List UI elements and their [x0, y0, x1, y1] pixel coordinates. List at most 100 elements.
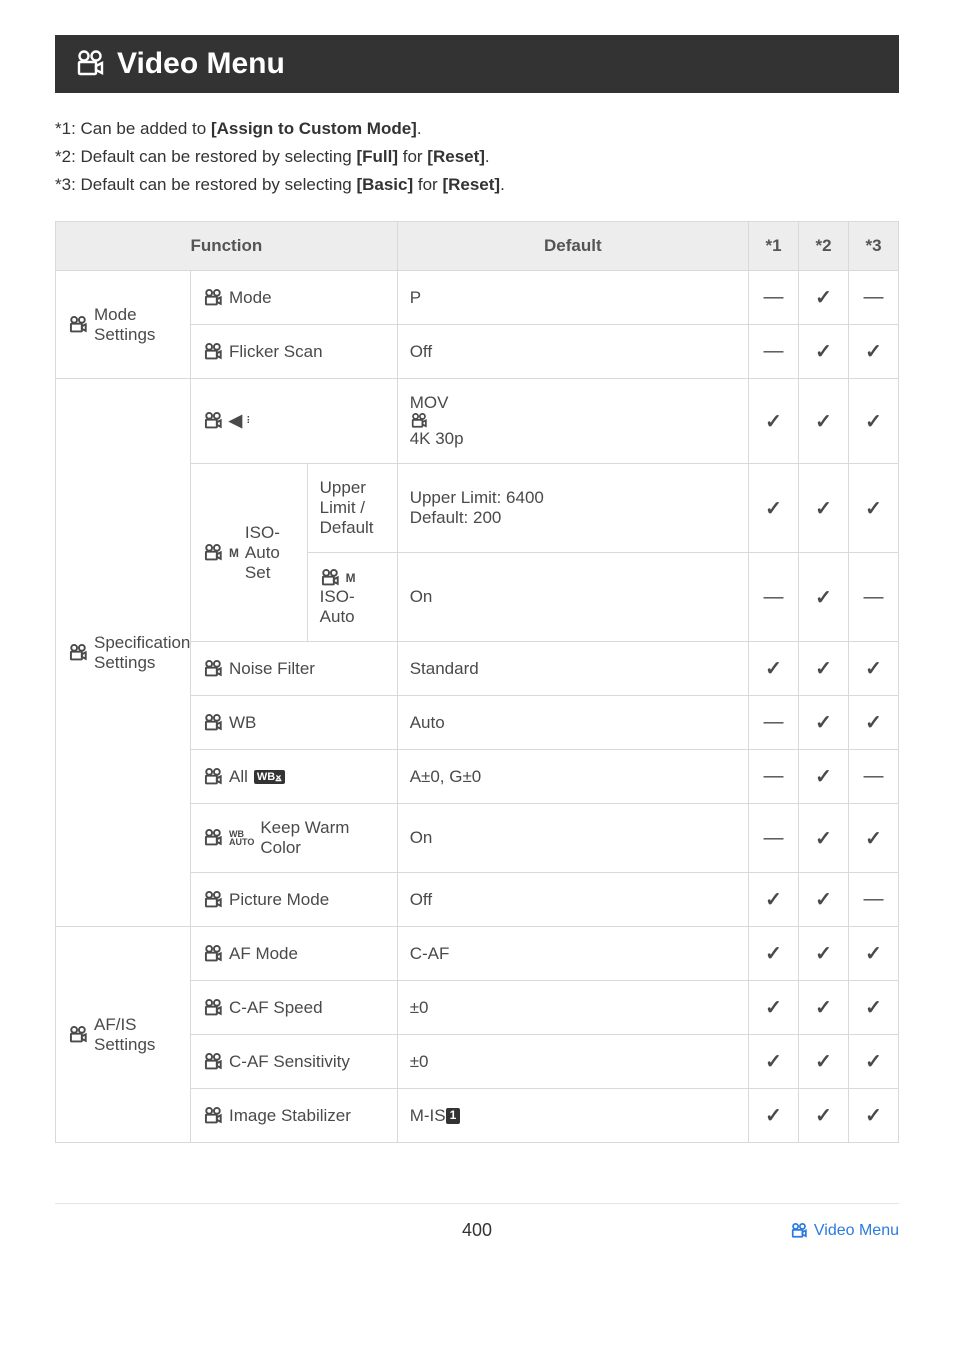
group-mode-settings: Mode Settings	[56, 271, 191, 379]
cell-iso-auto-sub: M ISO-Auto	[307, 553, 397, 642]
page-footer: 400 Video Menu	[55, 1203, 899, 1249]
table-row: Mode Settings Mode P — ✓ —	[56, 271, 899, 325]
cell-picmode-label: Picture Mode	[191, 873, 398, 927]
video-icon	[68, 316, 88, 334]
video-icon	[203, 1107, 223, 1125]
cafsens-label: C-AF Sensitivity	[229, 1052, 350, 1072]
cell-noise-m1: ✓	[749, 642, 799, 696]
wb-auto-icon: WBAUTO	[229, 830, 254, 847]
cell-allwb-m2: ✓	[799, 750, 849, 804]
cell-mode-m1: —	[749, 271, 799, 325]
video-icon	[203, 1053, 223, 1071]
group-mode-settings-label: Mode Settings	[94, 305, 178, 345]
header-c2: *2	[799, 222, 849, 271]
note-3-pre: *3: Default can be restored by selecting	[55, 175, 356, 194]
header-c3: *3	[849, 222, 899, 271]
keepwarm-label: Keep Warm Color	[260, 818, 384, 858]
cell-keepwarm-label: WBAUTO Keep Warm Color	[191, 804, 398, 873]
afmode-label: AF Mode	[229, 944, 298, 964]
cell-flicker-m3: ✓	[849, 325, 899, 379]
cell-cafsens-m3: ✓	[849, 1035, 899, 1089]
cell-quality-m3: ✓	[849, 379, 899, 464]
cell-imgstab-label: Image Stabilizer	[191, 1089, 398, 1143]
video-icon	[75, 50, 105, 78]
m-subscript: M	[229, 546, 239, 560]
cell-wb-m1: —	[749, 696, 799, 750]
cell-quality-default: MOV 4K 30p	[397, 379, 748, 464]
cell-keepwarm-default: On	[397, 804, 748, 873]
video-icon	[410, 413, 736, 429]
iso-group-label: ISO-Auto Set	[245, 523, 295, 583]
cell-wb-default: Auto	[397, 696, 748, 750]
cell-allwb-m1: —	[749, 750, 799, 804]
cell-cafspeed-m2: ✓	[799, 981, 849, 1035]
group-afis-settings: AF/IS Settings	[56, 927, 191, 1143]
group-afis-settings-label: AF/IS Settings	[94, 1015, 178, 1055]
video-icon	[203, 343, 223, 361]
cell-cafspeed-m3: ✓	[849, 981, 899, 1035]
cell-mode-label: Mode	[191, 271, 398, 325]
note-1-pre: *1: Can be added to	[55, 119, 211, 138]
cell-iso-upper-sub: Upper Limit / Default	[307, 464, 397, 553]
cell-wb-m3: ✓	[849, 696, 899, 750]
cell-noise-m2: ✓	[799, 642, 849, 696]
cell-noise-label: Noise Filter	[191, 642, 398, 696]
cell-afmode-label: AF Mode	[191, 927, 398, 981]
allwb-label-pre: All	[229, 767, 248, 787]
cell-imgstab-default: M-IS1	[397, 1089, 748, 1143]
table-header-row: Function Default *1 *2 *3	[56, 222, 899, 271]
imgstab-default-pre: M-IS	[410, 1106, 446, 1125]
cell-noise-m3: ✓	[849, 642, 899, 696]
video-icon	[203, 289, 223, 307]
video-m-icon	[320, 569, 340, 587]
cell-afmode-m1: ✓	[749, 927, 799, 981]
cell-keepwarm-m1: —	[749, 804, 799, 873]
cell-allwb-m3: —	[849, 750, 899, 804]
quality-arrow-icon: ◀	[229, 411, 242, 431]
quality-default-pre: MOV	[410, 393, 449, 412]
footer-link[interactable]: Video Menu	[790, 1222, 899, 1240]
cell-picmode-default: Off	[397, 873, 748, 927]
m-subscript: M	[346, 571, 356, 585]
wb-adjust-icon: WB⨱	[254, 770, 285, 784]
note-3-b1: [Basic]	[356, 175, 413, 194]
header-default: Default	[397, 222, 748, 271]
table-row: Specification Settings ◀⠇ MOV 4K 30p ✓ ✓	[56, 379, 899, 464]
imgstab-label: Image Stabilizer	[229, 1106, 351, 1126]
group-spec-settings: Specification Settings	[56, 379, 191, 927]
noise-label: Noise Filter	[229, 659, 315, 679]
cell-iso-upper-m3: ✓	[849, 464, 899, 553]
wb-label: WB	[229, 713, 256, 733]
cell-picmode-m2: ✓	[799, 873, 849, 927]
group-spec-settings-label: Specification Settings	[94, 633, 190, 673]
page-title-bar: Video Menu	[55, 35, 899, 93]
note-3-b2: [Reset]	[442, 175, 500, 194]
quality-default-post: 4K 30p	[410, 429, 464, 448]
cell-picmode-m3: —	[849, 873, 899, 927]
note-3: *3: Default can be restored by selecting…	[55, 171, 899, 199]
note-1-post: .	[417, 119, 422, 138]
cell-afmode-m2: ✓	[799, 927, 849, 981]
video-icon	[203, 768, 223, 786]
cell-iso-upper-default: Upper Limit: 6400 Default: 200	[397, 464, 748, 553]
cell-mode-default: P	[397, 271, 748, 325]
header-function: Function	[56, 222, 398, 271]
mode-label: Mode	[229, 288, 272, 308]
cell-picmode-m1: ✓	[749, 873, 799, 927]
cell-afmode-m3: ✓	[849, 927, 899, 981]
cell-cafsens-label: C-AF Sensitivity	[191, 1035, 398, 1089]
note-3-post: .	[500, 175, 505, 194]
cell-allwb-default: A±0, G±0	[397, 750, 748, 804]
note-1-bold: [Assign to Custom Mode]	[211, 119, 417, 138]
flicker-label: Flicker Scan	[229, 342, 323, 362]
cell-iso-upper-m2: ✓	[799, 464, 849, 553]
cell-quality-label: ◀⠇	[191, 379, 398, 464]
cell-quality-m1: ✓	[749, 379, 799, 464]
cell-cafsens-m1: ✓	[749, 1035, 799, 1089]
note-2-mid: for	[398, 147, 427, 166]
note-1: *1: Can be added to [Assign to Custom Mo…	[55, 115, 899, 143]
cell-mode-m3: —	[849, 271, 899, 325]
cell-quality-m2: ✓	[799, 379, 849, 464]
cell-cafsens-default: ±0	[397, 1035, 748, 1089]
video-icon	[203, 891, 223, 909]
